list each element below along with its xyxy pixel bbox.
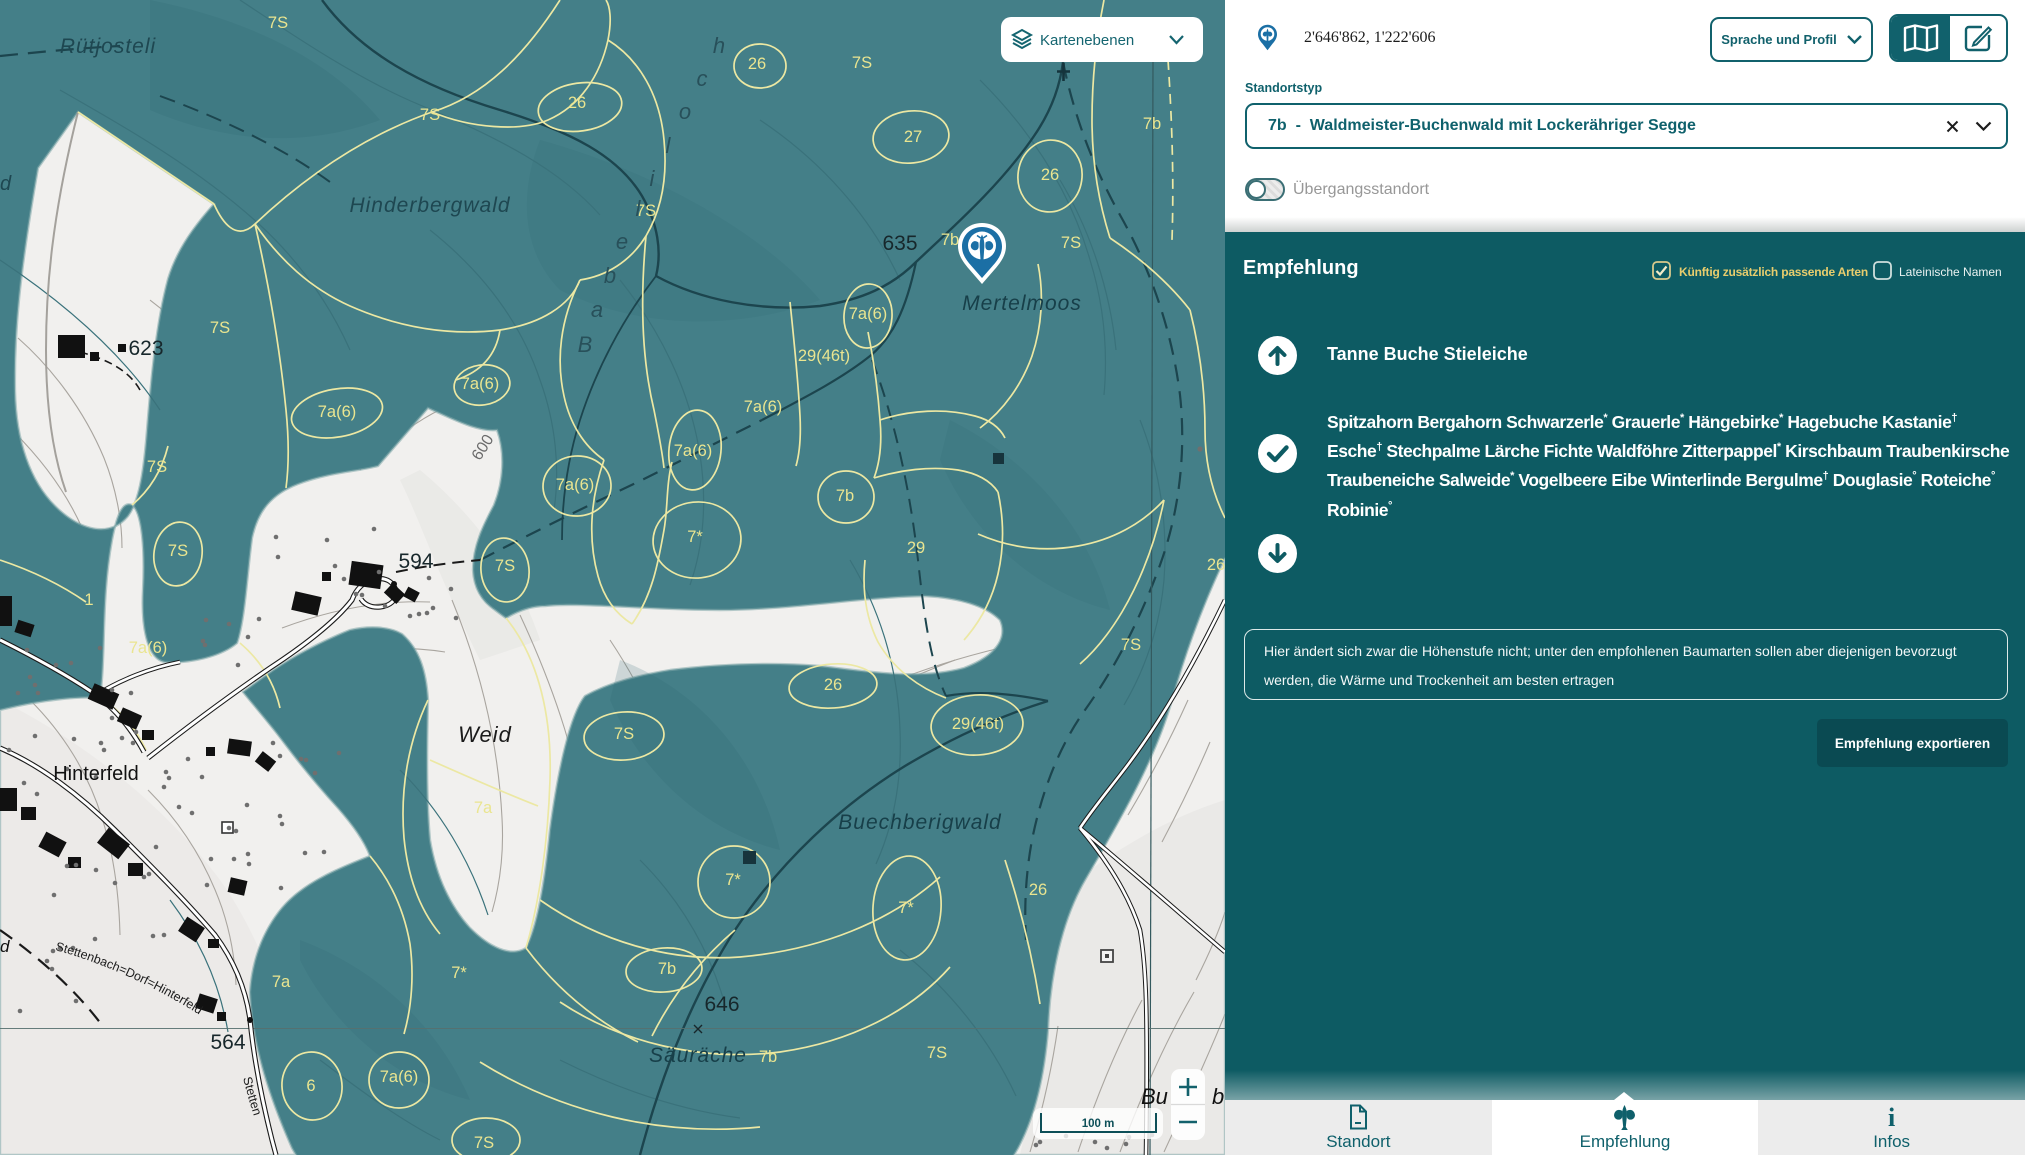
svg-text:e: e bbox=[616, 229, 628, 254]
svg-text:26: 26 bbox=[748, 55, 766, 73]
svg-text:Buechberigwald: Buechberigwald bbox=[838, 811, 1002, 834]
svg-text:B: B bbox=[578, 332, 593, 357]
svg-text:b: b bbox=[1212, 1084, 1224, 1109]
svg-text:7*: 7* bbox=[898, 899, 914, 917]
svg-text:Weid: Weid bbox=[458, 722, 512, 747]
svg-text:594: 594 bbox=[398, 550, 433, 573]
svg-text:7S: 7S bbox=[210, 319, 230, 337]
svg-text:d: d bbox=[0, 173, 12, 195]
svg-text:26: 26 bbox=[824, 676, 842, 694]
svg-text:Bu: Bu bbox=[1141, 1084, 1168, 1109]
svg-text:7a(6): 7a(6) bbox=[849, 305, 888, 323]
svg-text:26: 26 bbox=[1029, 881, 1047, 899]
svg-text:a: a bbox=[591, 297, 603, 322]
svg-text:Kartenebenen: Kartenebenen bbox=[1040, 32, 1134, 49]
svg-text:h: h bbox=[713, 33, 725, 58]
svg-text:7a(6): 7a(6) bbox=[674, 442, 713, 460]
svg-text:7a(6): 7a(6) bbox=[380, 1068, 419, 1086]
svg-text:26: 26 bbox=[1041, 166, 1059, 184]
svg-text:7b: 7b bbox=[658, 960, 676, 978]
svg-text:c: c bbox=[697, 66, 708, 91]
svg-text:7a(6): 7a(6) bbox=[461, 375, 500, 393]
svg-text:623: 623 bbox=[128, 337, 163, 360]
svg-text:Mertelmoos: Mertelmoos bbox=[962, 292, 1082, 315]
svg-text:646: 646 bbox=[704, 993, 739, 1016]
svg-text:6: 6 bbox=[306, 1077, 315, 1095]
svg-text:26: 26 bbox=[1207, 556, 1225, 574]
svg-text:Rütjosteli: Rütjosteli bbox=[60, 35, 157, 58]
svg-text:7a(6): 7a(6) bbox=[744, 398, 783, 416]
svg-text:d: d bbox=[0, 937, 10, 956]
svg-text:7b: 7b bbox=[941, 231, 959, 249]
svg-text:7S: 7S bbox=[852, 54, 872, 72]
svg-text:7S: 7S bbox=[474, 1134, 494, 1152]
svg-text:7b: 7b bbox=[759, 1048, 777, 1066]
svg-text:7*: 7* bbox=[725, 871, 741, 889]
svg-text:7S: 7S bbox=[927, 1044, 947, 1062]
svg-text:7S: 7S bbox=[268, 14, 288, 32]
svg-text:Hinterfeld: Hinterfeld bbox=[53, 763, 139, 785]
svg-text:564: 564 bbox=[210, 1031, 245, 1054]
svg-text:7S: 7S bbox=[1061, 234, 1081, 252]
svg-text:635: 635 bbox=[882, 232, 917, 255]
svg-text:7S: 7S bbox=[1121, 636, 1141, 654]
svg-text:27: 27 bbox=[904, 128, 922, 146]
svg-text:o: o bbox=[679, 99, 691, 124]
svg-text:7S: 7S bbox=[495, 557, 515, 575]
svg-text:100 m: 100 m bbox=[1082, 1118, 1115, 1130]
svg-text:7S: 7S bbox=[420, 106, 440, 124]
svg-text:Hinderbergwald: Hinderbergwald bbox=[349, 194, 510, 217]
svg-text:26: 26 bbox=[568, 94, 586, 112]
svg-text:7*: 7* bbox=[687, 528, 703, 546]
svg-text:Säuräche: Säuräche bbox=[649, 1044, 747, 1067]
svg-text:7a(6): 7a(6) bbox=[129, 639, 168, 657]
svg-text:7b: 7b bbox=[836, 487, 854, 505]
svg-text:7a: 7a bbox=[474, 799, 493, 817]
svg-text:29(46t): 29(46t) bbox=[798, 347, 850, 365]
svg-text:7a(6): 7a(6) bbox=[318, 403, 357, 421]
svg-text:1: 1 bbox=[84, 591, 93, 609]
svg-text:29: 29 bbox=[907, 539, 925, 557]
svg-text:7a: 7a bbox=[272, 973, 291, 991]
svg-text:7a(6): 7a(6) bbox=[556, 476, 595, 494]
svg-text:7*: 7* bbox=[451, 964, 467, 982]
svg-text:b: b bbox=[604, 263, 616, 288]
svg-text:7S: 7S bbox=[147, 458, 167, 476]
svg-text:29(46t): 29(46t) bbox=[952, 715, 1004, 733]
svg-text:7S: 7S bbox=[168, 542, 188, 560]
svg-text:7b: 7b bbox=[1143, 115, 1161, 133]
svg-text:7S: 7S bbox=[614, 725, 634, 743]
